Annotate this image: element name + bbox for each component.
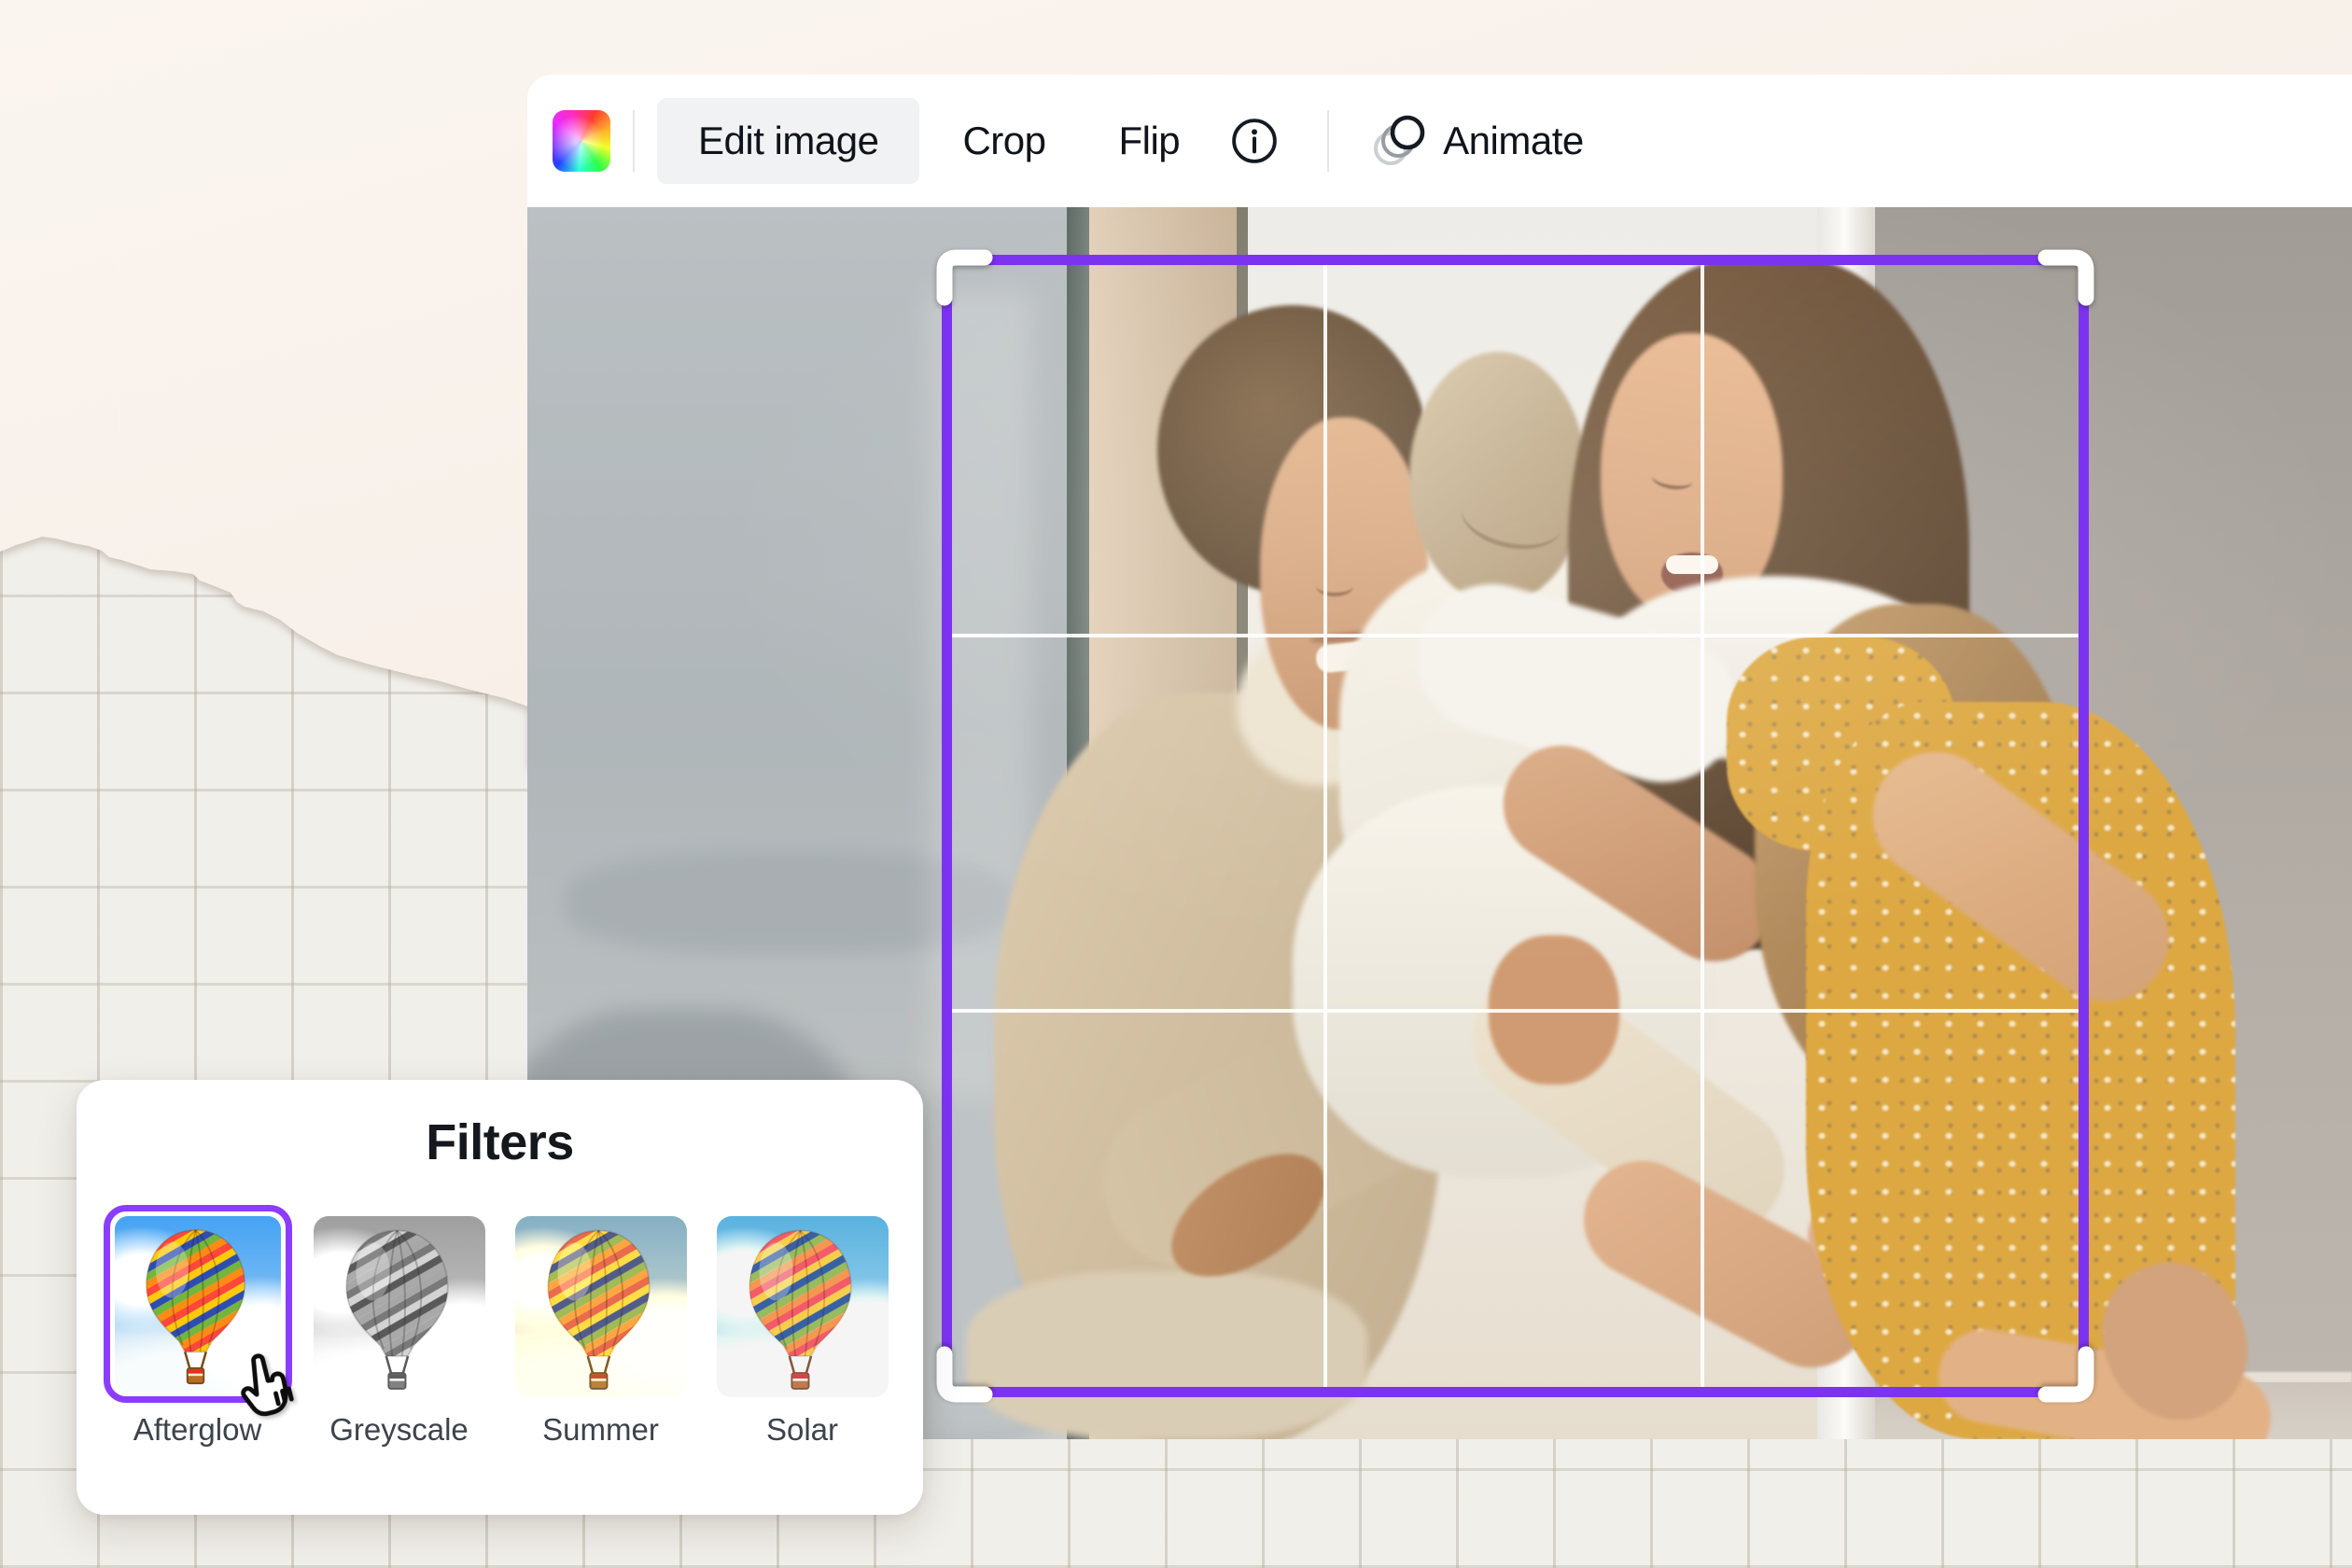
animate-button[interactable]: Animate xyxy=(1370,111,1584,171)
crop-handle-bottom-right[interactable] xyxy=(2037,1345,2096,1405)
editor-toolbar: Edit image Crop Flip Animate xyxy=(527,75,2352,207)
color-swatch-icon[interactable] xyxy=(553,110,610,172)
toolbar-divider xyxy=(1327,110,1329,172)
crop-selection-border[interactable] xyxy=(942,255,2089,1397)
filter-thumbnail-solar xyxy=(717,1216,889,1397)
toolbar-divider xyxy=(633,110,635,172)
crop-overlay xyxy=(942,255,2089,1397)
hot-air-balloon-icon xyxy=(717,1216,889,1397)
editor-stage: Edit image Crop Flip Animate Filters xyxy=(0,0,2352,1568)
info-icon[interactable] xyxy=(1228,115,1281,167)
filter-option-greyscale[interactable]: Greyscale xyxy=(305,1205,494,1449)
filter-option-summer[interactable]: Summer xyxy=(507,1205,695,1449)
animate-label: Animate xyxy=(1443,119,1584,163)
filter-thumbnail-greyscale xyxy=(314,1216,485,1397)
crop-handle-bottom-left[interactable] xyxy=(934,1345,994,1405)
animate-icon xyxy=(1370,111,1430,171)
edit-image-label: Edit image xyxy=(698,119,878,163)
filter-label: Greyscale xyxy=(305,1412,494,1448)
filter-option-solar[interactable]: Solar xyxy=(708,1205,897,1449)
filters-panel: Filters Afterglow Greyscale xyxy=(77,1080,923,1515)
crop-handle-top-left[interactable] xyxy=(934,247,994,307)
hot-air-balloon-icon xyxy=(314,1216,485,1397)
crop-button[interactable]: Crop xyxy=(962,119,1045,163)
filter-thumbnail-summer xyxy=(515,1216,687,1397)
edit-image-button[interactable]: Edit image xyxy=(657,98,919,184)
filters-title: Filters xyxy=(77,1113,923,1171)
hot-air-balloon-icon xyxy=(515,1216,687,1397)
filters-row: Afterglow Greyscale Summer xyxy=(77,1205,923,1449)
crop-handle-top-right[interactable] xyxy=(2037,247,2096,307)
filter-label: Solar xyxy=(708,1412,897,1448)
flip-button[interactable]: Flip xyxy=(1118,119,1180,163)
filter-label: Summer xyxy=(507,1412,695,1448)
